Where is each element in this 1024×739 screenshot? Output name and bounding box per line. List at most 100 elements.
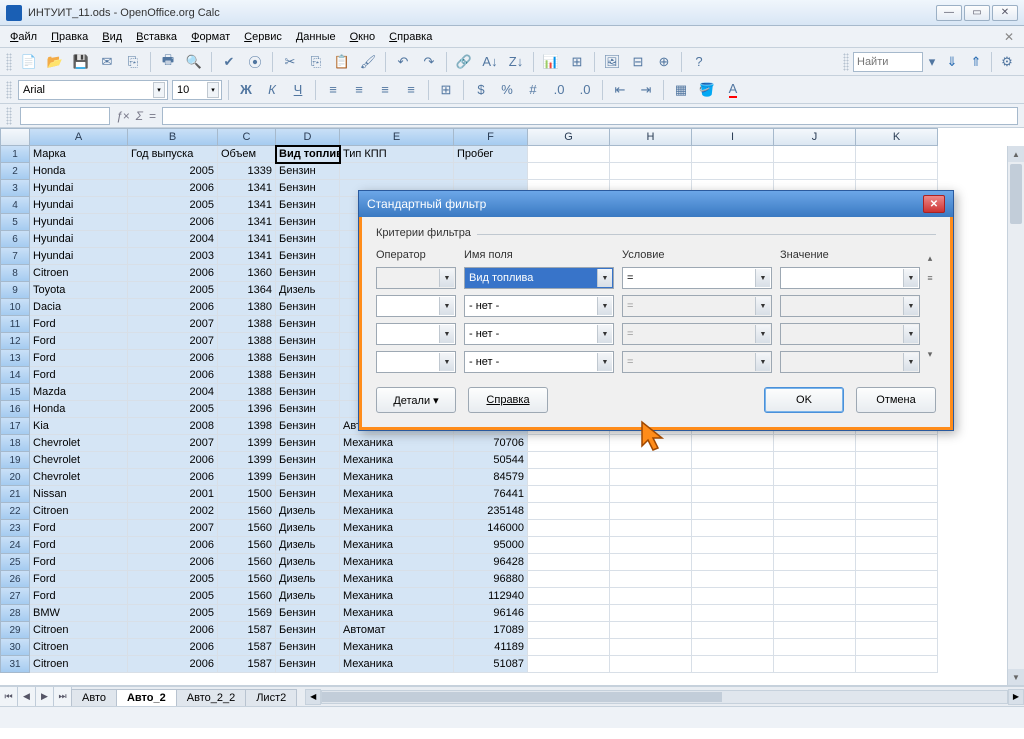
cell[interactable]: Бензин — [276, 435, 340, 452]
value-combo[interactable]: ▼ — [780, 267, 920, 289]
sheet-tab-Авто_2_2[interactable]: Авто_2_2 — [176, 689, 246, 706]
cell[interactable]: Механика — [340, 452, 454, 469]
cell[interactable] — [692, 588, 774, 605]
cell[interactable]: Дизель — [276, 571, 340, 588]
cell[interactable]: 2006 — [128, 639, 218, 656]
cell[interactable] — [856, 554, 938, 571]
cell[interactable]: Пробег — [454, 146, 528, 163]
menu-вид[interactable]: Вид — [96, 29, 128, 45]
scroll-down-icon[interactable]: ▼ — [1008, 669, 1024, 685]
redo-icon[interactable]: ↷ — [418, 51, 440, 73]
cell[interactable]: 1587 — [218, 639, 276, 656]
number-icon[interactable]: # — [522, 79, 544, 101]
cell[interactable]: 1341 — [218, 248, 276, 265]
cell[interactable] — [774, 656, 856, 673]
cell[interactable] — [856, 469, 938, 486]
row-header[interactable]: 12 — [0, 333, 30, 350]
open-icon[interactable]: 📂 — [44, 51, 66, 73]
autospell-icon[interactable]: ⦿ — [244, 51, 266, 73]
cell[interactable]: Citroen — [30, 265, 128, 282]
cell[interactable] — [610, 656, 692, 673]
cell[interactable] — [610, 520, 692, 537]
cell[interactable]: Дизель — [276, 554, 340, 571]
cell[interactable]: Ford — [30, 554, 128, 571]
cell[interactable] — [610, 503, 692, 520]
row-header[interactable]: 6 — [0, 231, 30, 248]
cell[interactable]: 84579 — [454, 469, 528, 486]
cell[interactable] — [774, 605, 856, 622]
cell[interactable]: Ford — [30, 520, 128, 537]
cell[interactable]: Citroen — [30, 656, 128, 673]
cell[interactable]: 2006 — [128, 350, 218, 367]
menu-сервис[interactable]: Сервис — [238, 29, 288, 45]
cell[interactable]: Бензин — [276, 214, 340, 231]
cell[interactable]: 2006 — [128, 537, 218, 554]
cell[interactable] — [340, 163, 454, 180]
sum-icon[interactable]: Σ — [136, 109, 143, 123]
cell[interactable]: 2005 — [128, 163, 218, 180]
cell[interactable] — [528, 146, 610, 163]
cell[interactable] — [528, 571, 610, 588]
cell[interactable]: Объем — [218, 146, 276, 163]
cell[interactable] — [528, 639, 610, 656]
select-all-corner[interactable] — [0, 128, 30, 146]
row-header[interactable]: 29 — [0, 622, 30, 639]
cell[interactable] — [692, 571, 774, 588]
cell[interactable]: Бензин — [276, 248, 340, 265]
field-combo[interactable]: - нет -▼ — [464, 295, 614, 317]
cell[interactable]: 2003 — [128, 248, 218, 265]
cell[interactable]: Дизель — [276, 520, 340, 537]
operator-combo[interactable]: ▼ — [376, 295, 456, 317]
cell[interactable]: Бензин — [276, 401, 340, 418]
menu-вставка[interactable]: Вставка — [130, 29, 183, 45]
font-size-combo[interactable]: 10 ▾ — [172, 80, 222, 100]
find-next-icon[interactable]: ⇓ — [941, 51, 963, 73]
cell[interactable]: 2006 — [128, 214, 218, 231]
cell[interactable] — [528, 503, 610, 520]
row-header[interactable]: 27 — [0, 588, 30, 605]
row-header[interactable]: 21 — [0, 486, 30, 503]
bgcolor-icon[interactable]: 🪣 — [696, 79, 718, 101]
cell[interactable]: Ford — [30, 588, 128, 605]
cell[interactable]: 2004 — [128, 231, 218, 248]
cell[interactable]: 1399 — [218, 452, 276, 469]
cell[interactable]: 1360 — [218, 265, 276, 282]
cell[interactable]: Механика — [340, 520, 454, 537]
align-left-icon[interactable]: ≡ — [322, 79, 344, 101]
cell[interactable] — [610, 486, 692, 503]
preview-icon[interactable]: 🔍 — [183, 51, 205, 73]
cell[interactable]: Бензин — [276, 231, 340, 248]
cell[interactable] — [692, 435, 774, 452]
cell[interactable] — [692, 452, 774, 469]
row-header[interactable]: 31 — [0, 656, 30, 673]
cell[interactable] — [774, 554, 856, 571]
row-header[interactable]: 30 — [0, 639, 30, 656]
cell[interactable] — [856, 605, 938, 622]
row-header[interactable]: 1 — [0, 146, 30, 163]
cell[interactable]: 1560 — [218, 588, 276, 605]
col-header-G[interactable]: G — [528, 128, 610, 146]
cell[interactable]: Механика — [340, 571, 454, 588]
col-header-H[interactable]: H — [610, 128, 692, 146]
cell[interactable] — [856, 452, 938, 469]
cell[interactable]: 17089 — [454, 622, 528, 639]
cell[interactable] — [856, 146, 938, 163]
cell[interactable]: Бензин — [276, 622, 340, 639]
cell[interactable] — [774, 469, 856, 486]
row-header[interactable]: 13 — [0, 350, 30, 367]
help-icon[interactable]: ? — [688, 51, 710, 73]
print-icon[interactable]: 🖶 — [157, 51, 179, 73]
cell[interactable] — [528, 537, 610, 554]
pdf-icon[interactable]: ⎘ — [122, 51, 144, 73]
cell[interactable]: Бензин — [276, 265, 340, 282]
cell[interactable]: BMW — [30, 605, 128, 622]
cell[interactable]: 1341 — [218, 214, 276, 231]
cell[interactable]: Автомат — [340, 622, 454, 639]
gallery-icon[interactable]: 🖼 — [601, 51, 623, 73]
col-header-C[interactable]: C — [218, 128, 276, 146]
cell[interactable]: Бензин — [276, 163, 340, 180]
row-header[interactable]: 25 — [0, 554, 30, 571]
currency-icon[interactable]: $ — [470, 79, 492, 101]
cell[interactable]: 1364 — [218, 282, 276, 299]
cell[interactable]: Механика — [340, 503, 454, 520]
